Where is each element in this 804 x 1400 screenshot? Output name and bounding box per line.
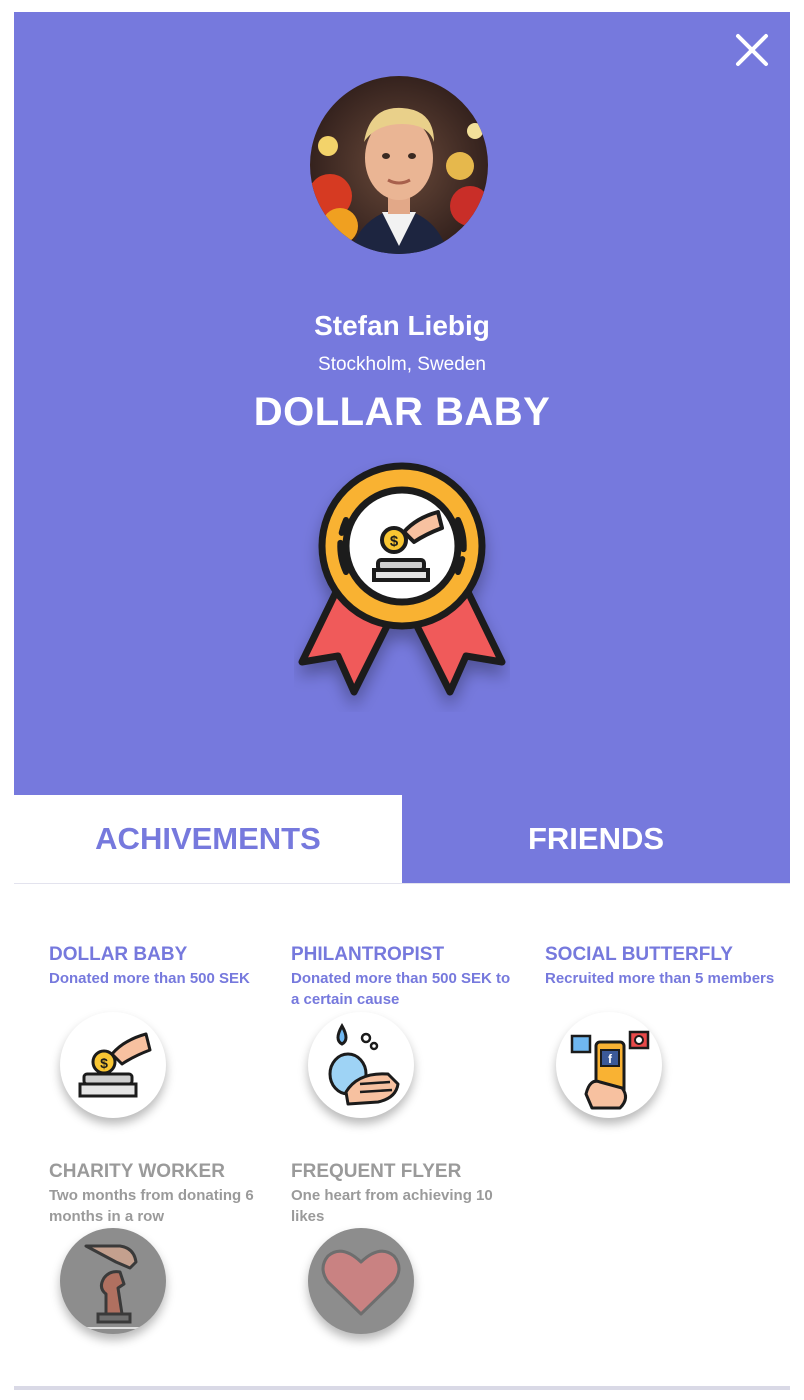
heart-icon <box>308 1228 414 1334</box>
avatar <box>310 76 488 254</box>
achievement-description: Recruited more than 5 members <box>545 970 775 987</box>
achievement-description: Donated more than 500 SEK <box>49 970 250 987</box>
achievement-description: Two months from donating 6 months in a r… <box>49 1187 254 1225</box>
user-location: Stockholm, Sweden <box>318 354 486 375</box>
achievement-title: CHARITY WORKER <box>49 1161 225 1182</box>
social-media-phone-icon: f <box>556 1012 662 1118</box>
svg-text:$: $ <box>390 533 399 550</box>
achievement-charity-worker[interactable]: CHARITY WORKER Two months from donating … <box>49 1161 279 1227</box>
current-badge-title: DOLLAR BABY <box>253 390 551 434</box>
close-button[interactable] <box>732 30 772 70</box>
achievement-description: Donated more than 500 SEK to a certain c… <box>291 970 511 1008</box>
achievement-title: PHILANTROPIST <box>291 944 445 965</box>
close-icon <box>736 34 768 66</box>
coin-donation-icon: $ <box>60 1012 166 1118</box>
profile-header: Stefan Liebig Stockholm, Sweden DOLLAR B… <box>14 12 790 795</box>
achievement-philantropist[interactable]: PHILANTROPIST Donated more than 500 SEK … <box>291 944 511 1010</box>
tab-bar: ACHIVEMENTS FRIENDS <box>14 795 790 884</box>
achievement-dollar-baby[interactable]: DOLLAR BABY Donated more than 500 SEK <box>49 944 299 989</box>
washing-hands-icon <box>308 1012 414 1118</box>
medal-icon: $ <box>294 452 510 712</box>
achievement-frequent-flyer[interactable]: FREQUENT FLYER One heart from achieving … <box>291 1161 521 1227</box>
achievement-title: FREQUENT FLYER <box>291 1161 462 1182</box>
achievement-description: One heart from achieving 10 likes <box>291 1187 493 1225</box>
svg-text:$: $ <box>100 1055 108 1071</box>
achievement-screen: Stefan Liebig Stockholm, Sweden DOLLAR B… <box>14 12 790 1390</box>
chess-knight-hand-icon <box>60 1228 166 1334</box>
achievement-title: DOLLAR BABY <box>49 944 188 965</box>
tab-friends[interactable]: FRIENDS <box>402 795 790 883</box>
achievement-title: SOCIAL BUTTERFLY <box>545 944 733 965</box>
tab-achievements[interactable]: ACHIVEMENTS <box>14 795 402 883</box>
achievement-social-butterfly[interactable]: SOCIAL BUTTERFLY Recruited more than 5 m… <box>545 944 785 989</box>
user-name: Stefan Liebig <box>314 310 490 341</box>
